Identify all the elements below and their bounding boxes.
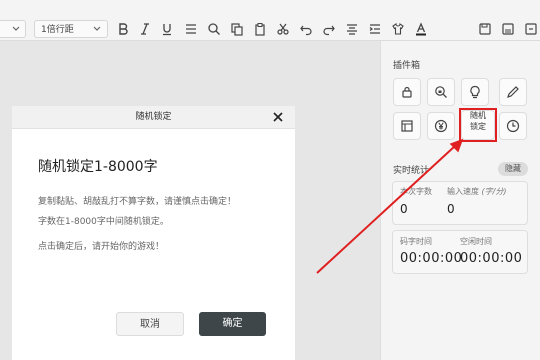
annotation-arrow <box>316 138 464 274</box>
